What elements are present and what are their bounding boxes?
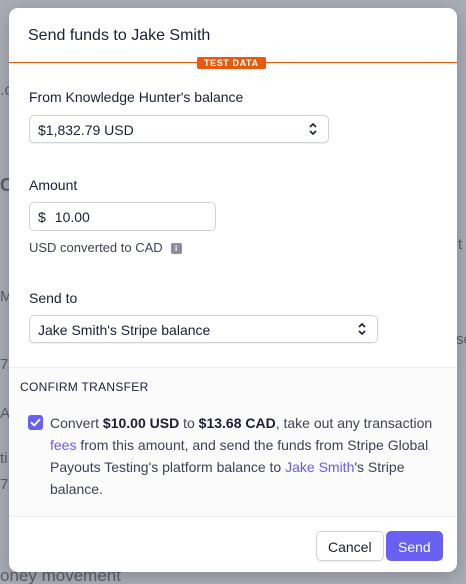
- amount-from: $10.00 USD: [102, 415, 180, 431]
- fees-link[interactable]: fees: [50, 437, 76, 453]
- modal-header: Send funds to Jake Smith TEST DATA: [9, 8, 457, 69]
- info-icon[interactable]: i: [170, 243, 182, 254]
- checkmark-icon: [30, 418, 41, 427]
- send-funds-modal: Send funds to Jake Smith TEST DATA From …: [9, 8, 457, 572]
- confirm-text-part: to: [179, 415, 199, 431]
- amount-input[interactable]: $10.00: [29, 202, 216, 231]
- cancel-button[interactable]: Cancel: [316, 531, 384, 561]
- background-text: so: [456, 331, 466, 348]
- confirm-checkbox[interactable]: [28, 415, 43, 430]
- from-balance-value: $1,832.79 USD: [38, 122, 134, 138]
- chevron-up-down-icon: [309, 122, 317, 136]
- conversion-note: USD converted to CAD i: [29, 240, 182, 255]
- from-balance-label: From Knowledge Hunter's balance: [29, 89, 244, 105]
- send-to-label: Send to: [29, 290, 78, 306]
- confirm-transfer-text: Convert $10.00 USD to $13.68 CAD, take o…: [50, 412, 442, 500]
- background-text: ti: [0, 450, 8, 467]
- send-to-select[interactable]: Jake Smith's Stripe balance: [29, 315, 378, 343]
- chevron-up-down-icon: [358, 322, 366, 336]
- amount-to: $13.68 CAD: [198, 415, 276, 431]
- amount-label: Amount: [29, 177, 78, 193]
- confirm-text-part: Convert: [50, 415, 103, 431]
- background-text: 7: [0, 476, 9, 493]
- test-data-badge: TEST DATA: [197, 57, 266, 69]
- send-button[interactable]: Send: [386, 531, 443, 561]
- confirm-transfer-panel: CONFIRM TRANSFER Convert $10.00 USD to $…: [9, 367, 457, 517]
- conversion-note-text: USD converted to CAD: [29, 240, 163, 255]
- currency-symbol: $: [38, 209, 46, 225]
- recipient-link[interactable]: Jake Smith: [285, 459, 354, 475]
- amount-value: 10.00: [54, 209, 90, 225]
- from-balance-select[interactable]: $1,832.79 USD: [29, 115, 329, 143]
- modal-title: Send funds to Jake Smith: [28, 27, 211, 44]
- background-text: t: [458, 236, 463, 253]
- background-text: 7: [0, 356, 9, 373]
- confirm-text-part: , take out any transaction: [275, 415, 433, 431]
- confirm-transfer-title: CONFIRM TRANSFER: [20, 380, 149, 394]
- send-to-value: Jake Smith's Stripe balance: [38, 322, 211, 338]
